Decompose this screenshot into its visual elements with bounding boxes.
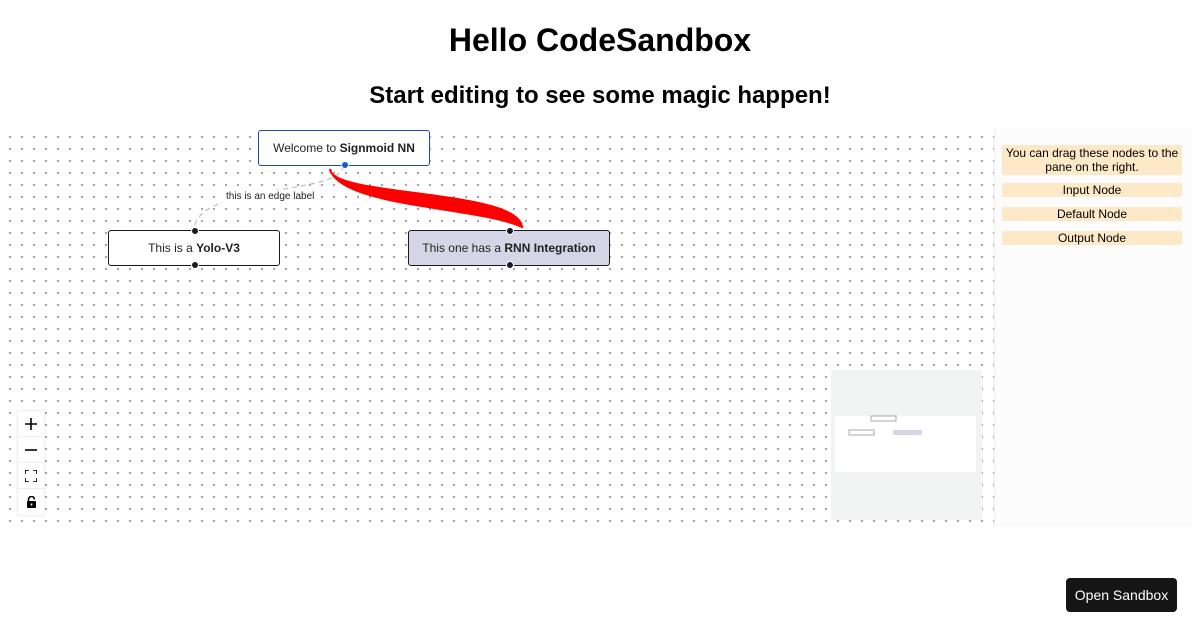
node-label-bold: RNN Integration [504, 241, 596, 255]
dnd-output-node[interactable]: Output Node [1002, 231, 1182, 245]
page-subtitle: Start editing to see some magic happen! [369, 82, 831, 109]
node-rnn-integration[interactable]: This one has a RNN Integration [408, 227, 610, 269]
edge-animated-red[interactable] [329, 168, 524, 229]
node-signmoid-nn[interactable]: Welcome to Signmoid NN [258, 130, 430, 169]
open-sandbox-button[interactable]: Open Sandbox [1066, 578, 1177, 612]
fit-view-icon [25, 469, 37, 482]
node-source-handle[interactable] [191, 261, 199, 269]
lock-icon [26, 496, 36, 508]
minimap[interactable] [831, 370, 982, 520]
page-title: Hello CodeSandbox [448, 22, 752, 58]
minimap-view [835, 415, 976, 472]
dnd-default-node[interactable]: Default Node [1002, 207, 1182, 221]
edge-label: this is an edge label [222, 190, 319, 204]
node-target-handle[interactable] [191, 227, 199, 235]
page: Hello CodeSandbox Start editing to see s… [0, 0, 1200, 630]
dnd-input-node[interactable]: Input Node [1002, 183, 1182, 197]
flow-canvas[interactable]: this is an edge label Welcome to Signmoi… [0, 127, 994, 527]
node-label-prefix: This one has a [422, 241, 505, 255]
zoom-out-icon [25, 448, 37, 451]
fit-view-button[interactable] [18, 463, 44, 489]
node-target-handle[interactable] [506, 227, 514, 235]
node-label-prefix: This is a [148, 241, 197, 255]
zoom-in-button[interactable] [18, 411, 44, 437]
zoom-out-button[interactable] [18, 437, 44, 463]
node-source-handle[interactable] [341, 161, 349, 169]
flow-controls [18, 411, 44, 515]
sidebar: You can drag these nodes to the pane on … [994, 127, 1193, 527]
sidebar-description: You can drag these nodes to the pane on … [1002, 145, 1182, 175]
node-source-handle[interactable] [506, 261, 514, 269]
node-label-prefix: Welcome to [273, 141, 340, 155]
node-label-bold: Signmoid NN [339, 141, 415, 155]
zoom-in-icon [25, 417, 37, 430]
lock-button[interactable] [18, 489, 44, 515]
node-label-bold: Yolo-V3 [196, 241, 240, 255]
node-yolo-v3[interactable]: This is a Yolo-V3 [108, 227, 280, 269]
